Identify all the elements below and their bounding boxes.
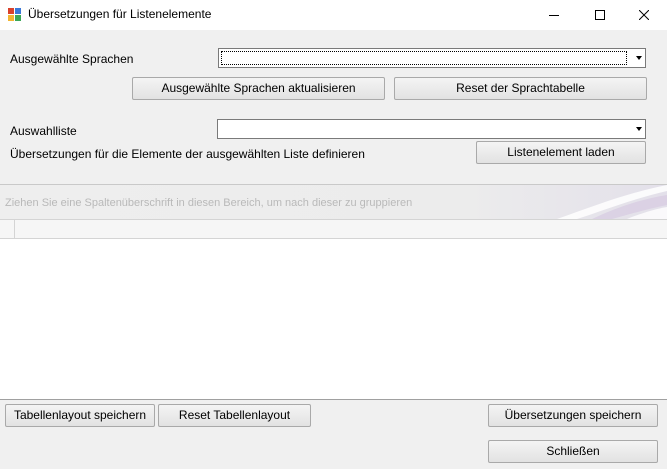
group-panel-hint: Ziehen Sie eine Spaltenüberschrift in di… — [5, 197, 413, 209]
minimize-icon — [549, 15, 559, 16]
maximize-button[interactable] — [577, 0, 623, 30]
chevron-down-icon[interactable] — [636, 127, 642, 131]
update-languages-button[interactable]: Ausgewählte Sprachen aktualisieren — [132, 77, 385, 100]
define-translations-text: Übersetzungen für die Elemente der ausge… — [10, 147, 365, 161]
minimize-button[interactable] — [531, 0, 577, 30]
focus-indicator — [221, 51, 627, 65]
selection-list-combobox[interactable] — [217, 119, 646, 139]
languages-combobox[interactable] — [218, 48, 646, 68]
maximize-icon — [595, 10, 605, 20]
window-title: Übersetzungen für Listenelemente — [28, 7, 212, 21]
column-header-row[interactable] — [0, 219, 667, 239]
close-dialog-button[interactable]: Schließen — [488, 440, 658, 463]
title-bar: Übersetzungen für Listenelemente — [0, 0, 667, 30]
save-table-layout-button[interactable]: Tabellenlayout speichern — [5, 404, 155, 427]
translation-grid[interactable]: Ziehen Sie eine Spaltenüberschrift in di… — [0, 184, 667, 399]
close-button[interactable] — [621, 0, 667, 30]
decorative-swoosh — [557, 185, 667, 219]
row-indicator-header — [0, 220, 15, 238]
reset-language-table-button[interactable]: Reset der Sprachtabelle — [394, 77, 647, 100]
chevron-down-icon[interactable] — [636, 56, 642, 60]
dialog-body: Ausgewählte Sprachen Ausgewählte Sprache… — [0, 30, 667, 469]
reset-table-layout-button[interactable]: Reset Tabellenlayout — [158, 404, 311, 427]
close-icon — [639, 10, 649, 20]
load-list-element-button[interactable]: Listenelement laden — [476, 141, 646, 164]
app-icon — [8, 8, 22, 22]
selection-list-label: Auswahlliste — [10, 124, 77, 138]
languages-label: Ausgewählte Sprachen — [10, 52, 134, 66]
footer-separator — [0, 399, 667, 400]
save-translations-button[interactable]: Übersetzungen speichern — [488, 404, 658, 427]
group-panel[interactable]: Ziehen Sie eine Spaltenüberschrift in di… — [0, 185, 667, 219]
